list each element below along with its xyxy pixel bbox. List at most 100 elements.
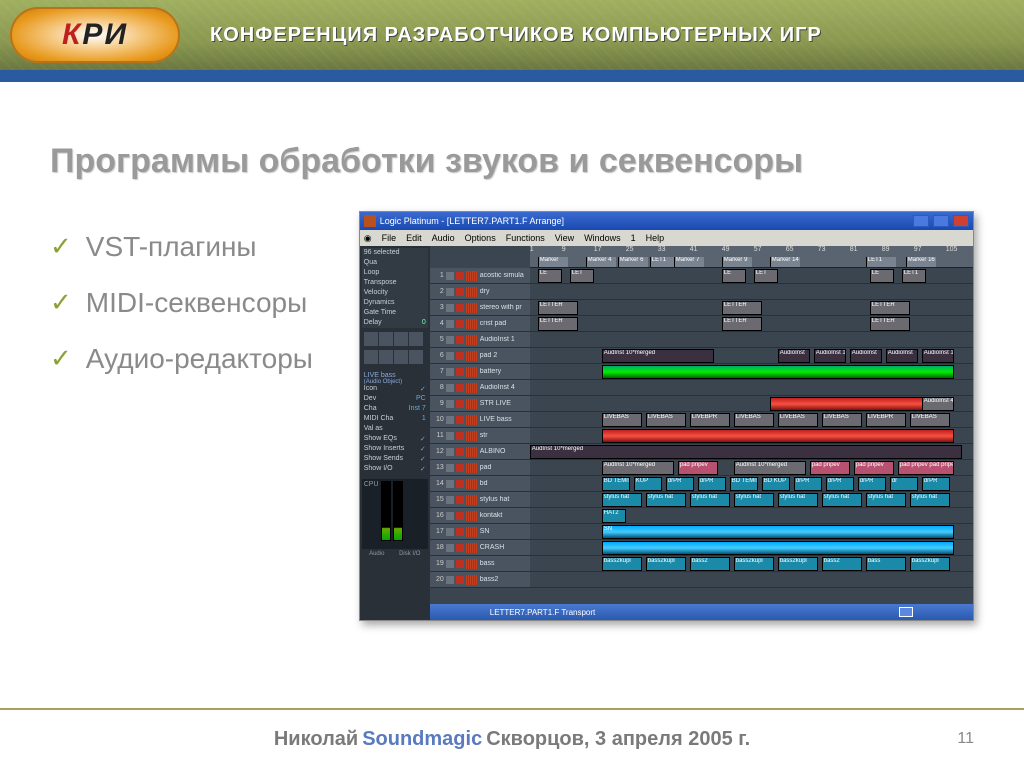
arrange-marker[interactable]: Marker 4 — [586, 257, 616, 267]
object-prop-row[interactable]: Show EQs✓ — [364, 435, 426, 445]
audio-region[interactable]: AudioInst 1 — [922, 349, 954, 363]
track-header[interactable]: 20bass2 — [430, 572, 530, 587]
track-lane[interactable]: BD TEMnKUPdrPRdrPRBD TEMnBD KUPdrPRdrPRd… — [530, 476, 973, 491]
track-header[interactable]: 16kontakt — [430, 508, 530, 523]
arrange-marker[interactable]: Marker 16 — [906, 257, 936, 267]
audio-region[interactable]: bass2kupl — [778, 557, 818, 571]
arrange-marker[interactable]: Marker 6 — [618, 257, 648, 267]
track-header[interactable]: 18CRASH — [430, 540, 530, 555]
track-lane[interactable]: SN — [530, 524, 973, 539]
track-lane[interactable] — [530, 332, 973, 347]
audio-region[interactable]: LETTER — [538, 317, 578, 331]
track-lane[interactable]: LETTERLETTERLETTER — [530, 300, 973, 315]
track-header[interactable]: 1acostic simula — [430, 268, 530, 283]
track-header[interactable]: 15stylus hat — [430, 492, 530, 507]
audio-region[interactable]: LIVEBPR — [690, 413, 730, 427]
audio-region[interactable]: LET — [754, 269, 778, 283]
audio-region[interactable]: LE — [538, 269, 562, 283]
track-header[interactable]: 5AudioInst 1 — [430, 332, 530, 347]
audio-region[interactable]: LET — [570, 269, 594, 283]
audio-region[interactable]: AudioInst — [886, 349, 918, 363]
audio-region[interactable]: stylus hat — [690, 493, 730, 507]
track-header[interactable]: 10LIVE bass — [430, 412, 530, 427]
audio-region[interactable]: AudioInst 1 — [814, 349, 846, 363]
track-lane[interactable]: LIVEBAS LIVEBAS LIVEBPR LIVEBAS LIVEBAS LIVEB… — [530, 412, 973, 427]
track-header[interactable]: 9STR LIVE — [430, 396, 530, 411]
object-prop-row[interactable]: Icon✓ — [364, 385, 426, 395]
audio-region[interactable]: pad pripev — [810, 461, 850, 475]
track-lane[interactable]: HAT2 — [530, 508, 973, 523]
audio-region[interactable]: LIVEBPR — [866, 413, 906, 427]
audio-region[interactable]: stylus hat — [602, 493, 642, 507]
audio-region[interactable]: pad pripev — [678, 461, 718, 475]
audio-region[interactable]: LIVEBAS — [822, 413, 862, 427]
audio-region[interactable]: drPR — [666, 477, 694, 491]
track-lane[interactable] — [530, 284, 973, 299]
app-menu-icon[interactable]: ◉ — [364, 233, 372, 244]
transport-close-button[interactable] — [899, 607, 913, 617]
tool-button[interactable] — [409, 350, 423, 364]
track-lane[interactable]: AudInst 10*merged — [530, 444, 973, 459]
track-header[interactable]: 17SN — [430, 524, 530, 539]
menu-edit[interactable]: Edit — [406, 233, 422, 243]
audio-region[interactable]: LETTER — [870, 301, 910, 315]
track-lane[interactable]: LETTERLETTERLETTER — [530, 316, 973, 331]
menu-windows[interactable]: Windows — [584, 233, 621, 243]
object-prop-row[interactable]: Show Inserts✓ — [364, 445, 426, 455]
audio-region[interactable]: LIVEBAS — [646, 413, 686, 427]
audio-region[interactable] — [602, 365, 954, 379]
tool-button[interactable] — [364, 350, 378, 364]
object-prop-row[interactable]: Val as — [364, 425, 426, 435]
object-prop-row[interactable]: ChaInst 7 — [364, 405, 426, 415]
track-lane[interactable]: AudioInst 4 — [530, 396, 973, 411]
audio-region[interactable]: LE — [722, 269, 746, 283]
audio-region[interactable]: drPR — [826, 477, 854, 491]
track-header[interactable]: 7battery — [430, 364, 530, 379]
region-param[interactable]: Delay0 — [362, 318, 428, 328]
tool-button[interactable] — [379, 332, 393, 346]
audio-region[interactable]: bass2kupl — [646, 557, 686, 571]
menu-1[interactable]: 1 — [631, 233, 636, 243]
track-header[interactable]: 6pad 2 — [430, 348, 530, 363]
object-prop-row[interactable]: Show I/O✓ — [364, 465, 426, 475]
track-header[interactable]: 8AudioInst 4 — [430, 380, 530, 395]
arrange-marker[interactable]: Marker 9 — [722, 257, 752, 267]
audio-region[interactable]: AudInst 10*merged — [602, 349, 714, 363]
region-param[interactable]: Loop — [362, 268, 428, 278]
audio-region[interactable]: LIVEBAS — [602, 413, 642, 427]
audio-region[interactable]: AudInst 10*merged — [602, 461, 674, 475]
audio-region[interactable]: LE — [870, 269, 894, 283]
bar-ruler[interactable]: 191725334149576573818997105113 MarkerMar… — [530, 246, 973, 268]
object-prop-row[interactable]: DevPC — [364, 395, 426, 405]
region-param[interactable]: Velocity — [362, 288, 428, 298]
audio-region[interactable]: stylus hat — [822, 493, 862, 507]
region-param[interactable]: Qua — [362, 258, 428, 268]
menu-help[interactable]: Help — [646, 233, 665, 243]
audio-region[interactable]: KUP — [634, 477, 662, 491]
audio-region[interactable]: bass2kupl — [910, 557, 950, 571]
audio-region[interactable] — [602, 429, 954, 443]
audio-region[interactable]: LIVEBAS — [778, 413, 818, 427]
track-header[interactable]: 11str — [430, 428, 530, 443]
track-header[interactable]: 4crist pad — [430, 316, 530, 331]
audio-region[interactable]: drPR — [794, 477, 822, 491]
object-prop-row[interactable]: Show Sends✓ — [364, 455, 426, 465]
region-param[interactable]: Dynamics — [362, 298, 428, 308]
menu-options[interactable]: Options — [465, 233, 496, 243]
tool-button[interactable] — [409, 332, 423, 346]
audio-region[interactable]: SN — [602, 525, 954, 539]
minimize-button[interactable] — [913, 215, 929, 227]
track-header[interactable]: 2dry — [430, 284, 530, 299]
audio-region[interactable]: pad pripev pad pripev — [898, 461, 954, 475]
audio-region[interactable] — [602, 541, 954, 555]
arrange-marker[interactable]: Marker 14 — [770, 257, 800, 267]
audio-region[interactable]: AudioInst 4 — [922, 397, 954, 411]
track-lane[interactable]: bass2kuplbass2kuplbass2bass2kuplbass2kup… — [530, 556, 973, 571]
audio-region[interactable]: drPR — [922, 477, 950, 491]
track-lane[interactable] — [530, 540, 973, 555]
audio-region[interactable]: HAT2 — [602, 509, 626, 523]
audio-region[interactable]: bass2 — [690, 557, 730, 571]
audio-region[interactable]: LETTER — [722, 301, 762, 315]
audio-region[interactable]: stylus hat — [778, 493, 818, 507]
track-lane[interactable] — [530, 572, 973, 587]
